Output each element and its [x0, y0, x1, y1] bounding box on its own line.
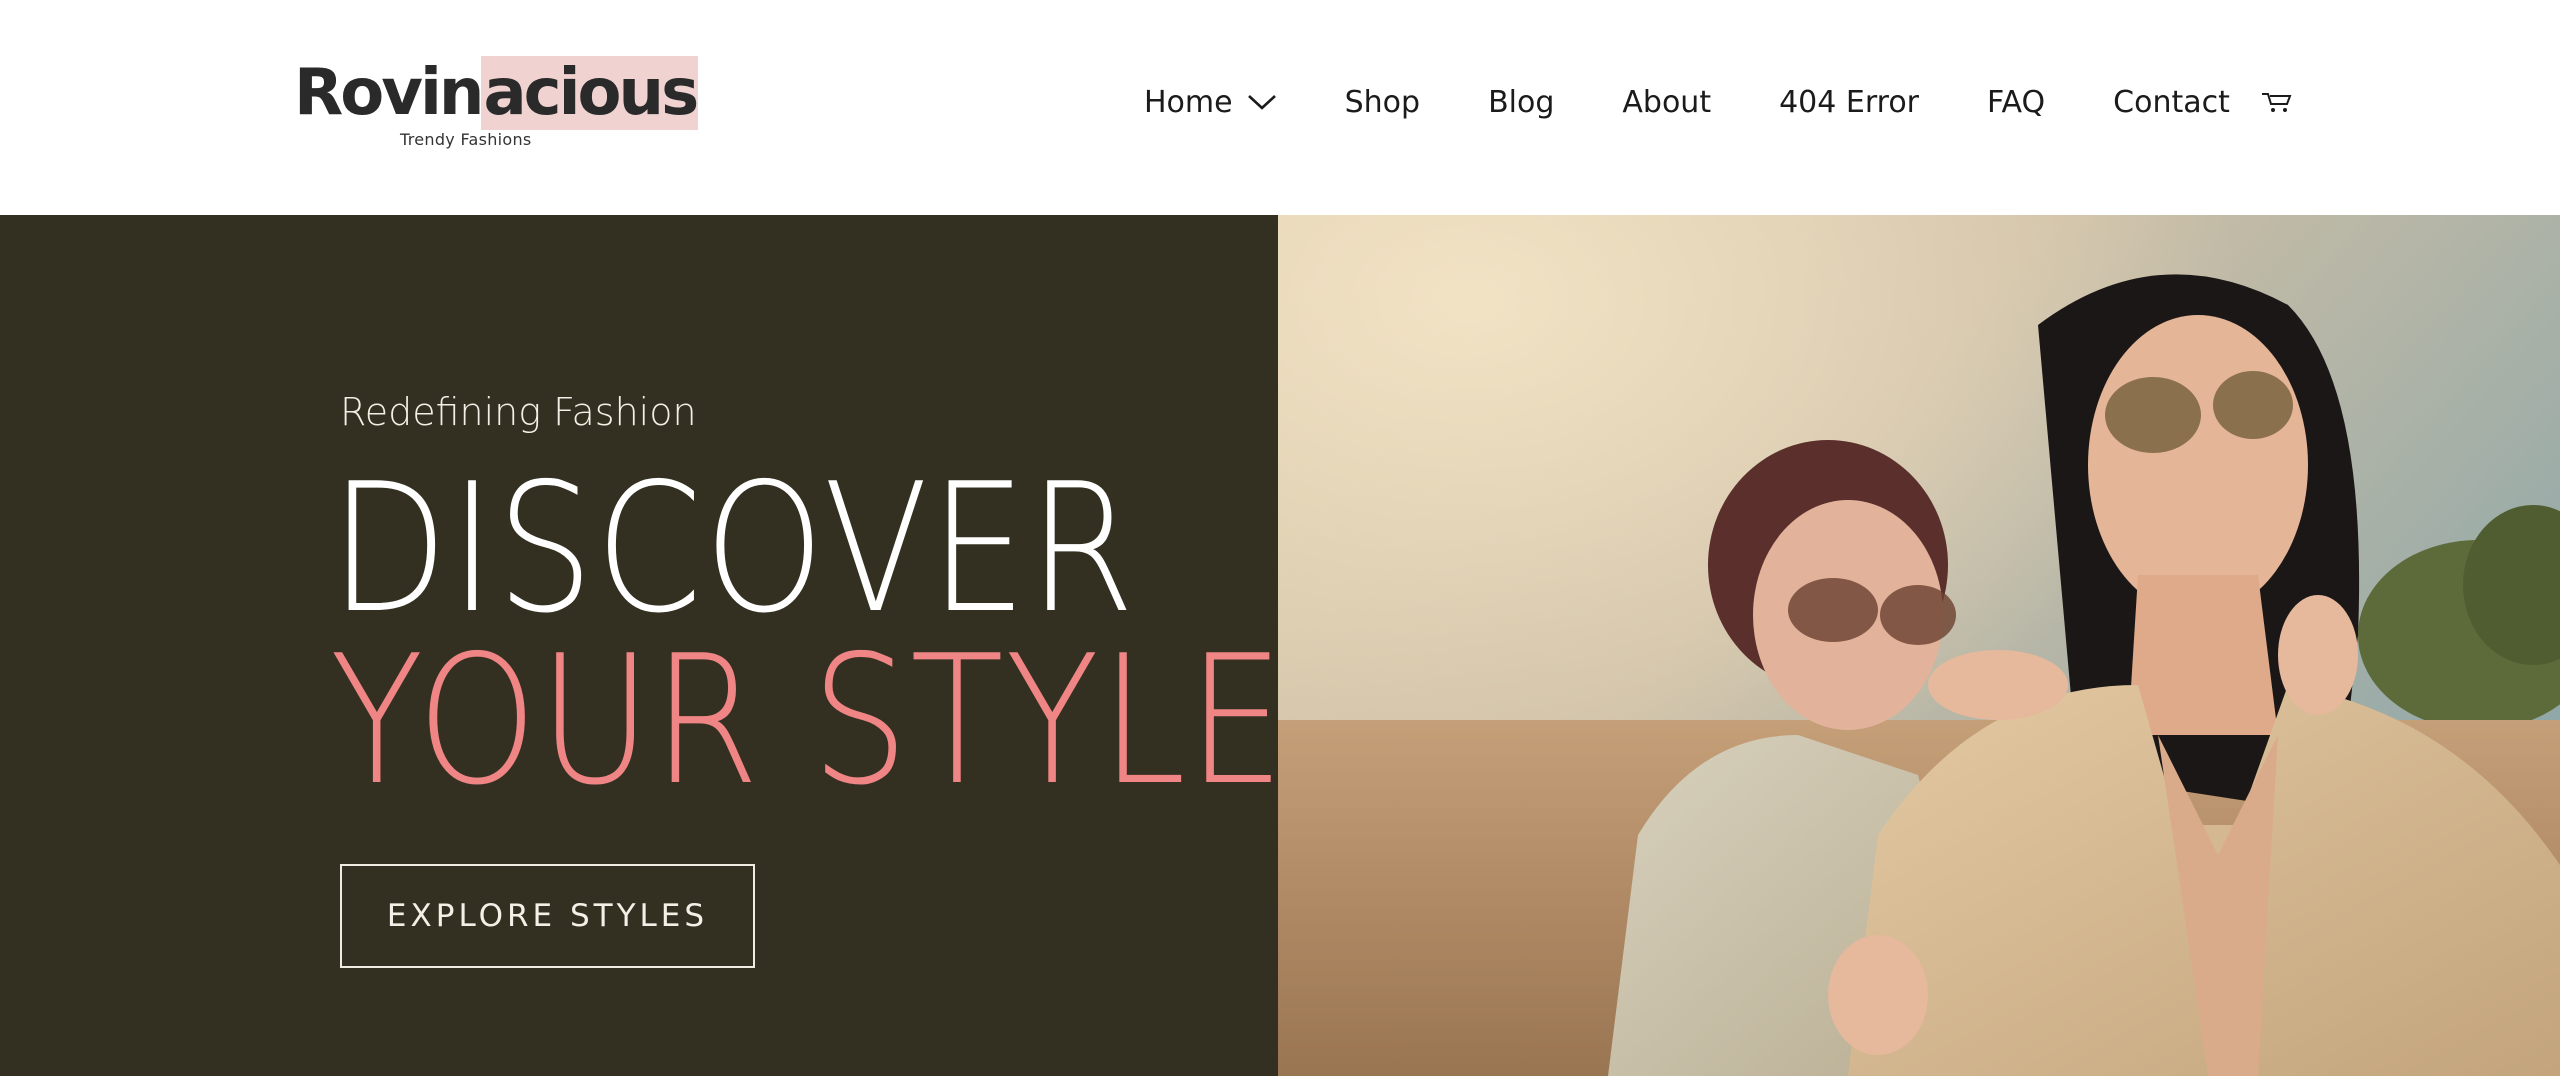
hero-image [1278, 215, 2560, 1076]
nav-item-404-error[interactable]: 404 Error [1779, 85, 1919, 120]
nav-item-blog[interactable]: Blog [1488, 85, 1554, 120]
hero-photo-illustration [1278, 215, 2560, 1076]
cart-icon[interactable] [2260, 88, 2292, 116]
brand-logo[interactable]: Rovinacious Trendy Fashions [294, 56, 699, 155]
nav-item-home[interactable]: Home [1144, 85, 1277, 120]
hero-eyebrow: Redefining Fashion [340, 390, 697, 434]
chevron-down-icon [1247, 95, 1276, 110]
site-header: Rovinacious Trendy Fashions Home Shop Bl… [0, 0, 2560, 215]
main-nav: Home Shop Blog About 404 Error FAQ Conta… [1144, 78, 2230, 126]
hero-headline-line2: YOUR STYLE [330, 617, 1287, 824]
logo-tagline: Trendy Fashions [400, 130, 532, 149]
nav-item-contact[interactable]: Contact [2113, 85, 2230, 120]
logo-wordmark: Rovinacious [294, 56, 699, 130]
nav-item-about[interactable]: About [1622, 85, 1711, 120]
nav-item-shop[interactable]: Shop [1345, 85, 1420, 120]
explore-styles-button[interactable]: EXPLORE STYLES [340, 864, 755, 968]
hero-headline-line1: DISCOVER [330, 445, 1137, 652]
nav-item-faq[interactable]: FAQ [1987, 85, 2045, 120]
